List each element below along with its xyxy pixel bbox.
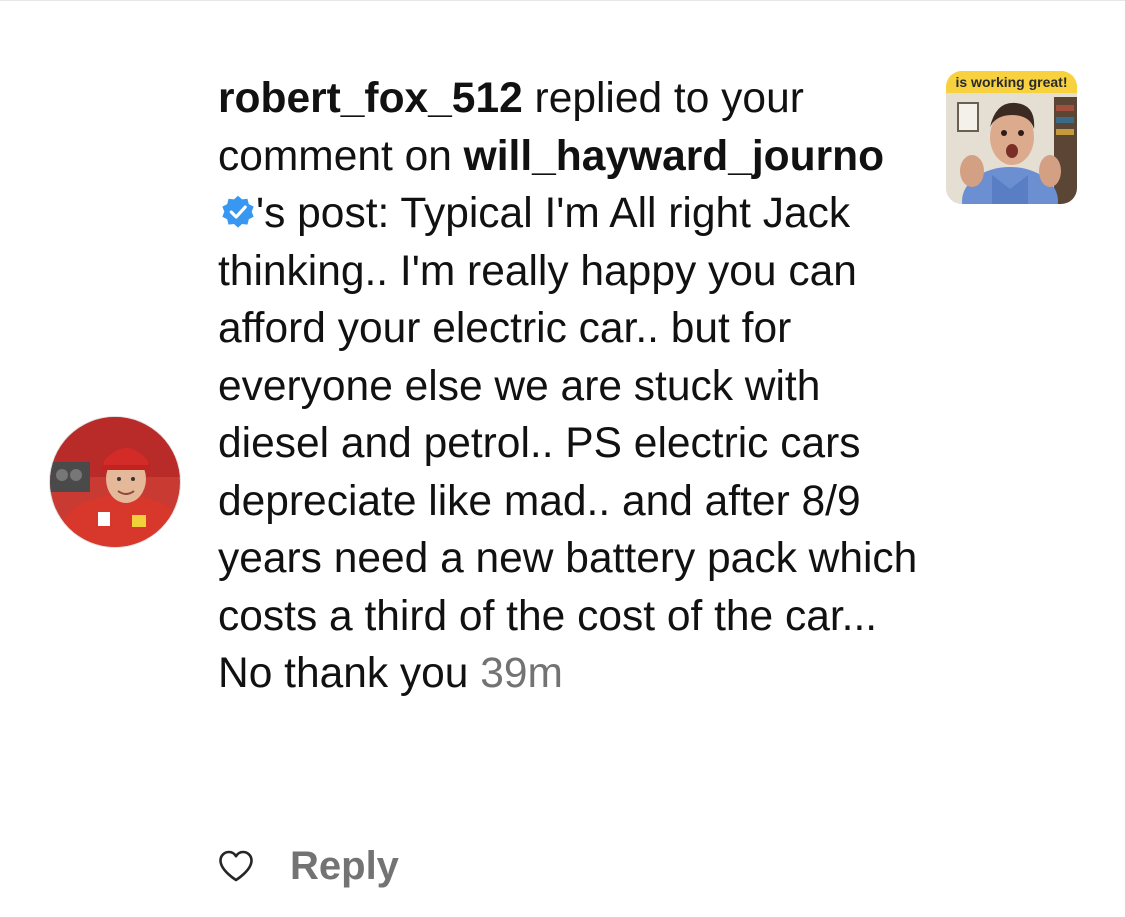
avatar-image <box>50 417 180 547</box>
timestamp: 39m <box>480 650 563 697</box>
actor-username[interactable]: robert_fox_512 <box>218 75 523 122</box>
thumbnail-caption: is working great! <box>946 71 1077 93</box>
verified-badge-icon <box>222 195 254 228</box>
action-row: Reply <box>218 838 399 894</box>
notification-text[interactable]: robert_fox_512 replied to your comment o… <box>218 70 918 703</box>
post-owner-username[interactable]: will_hayward_journo <box>464 133 884 180</box>
heart-outline-icon[interactable] <box>218 850 254 882</box>
post-thumbnail[interactable]: is working great! <box>946 71 1077 204</box>
possessive-text: 's post: <box>256 190 401 237</box>
previous-item-cutoff: ▔ ▔ ▔ <box>340 0 443 25</box>
reply-button[interactable]: Reply <box>290 844 399 889</box>
avatar[interactable] <box>50 417 180 547</box>
top-divider <box>0 0 1125 1</box>
comment-text: Typical I'm All right Jack thinking.. I'… <box>218 190 918 697</box>
